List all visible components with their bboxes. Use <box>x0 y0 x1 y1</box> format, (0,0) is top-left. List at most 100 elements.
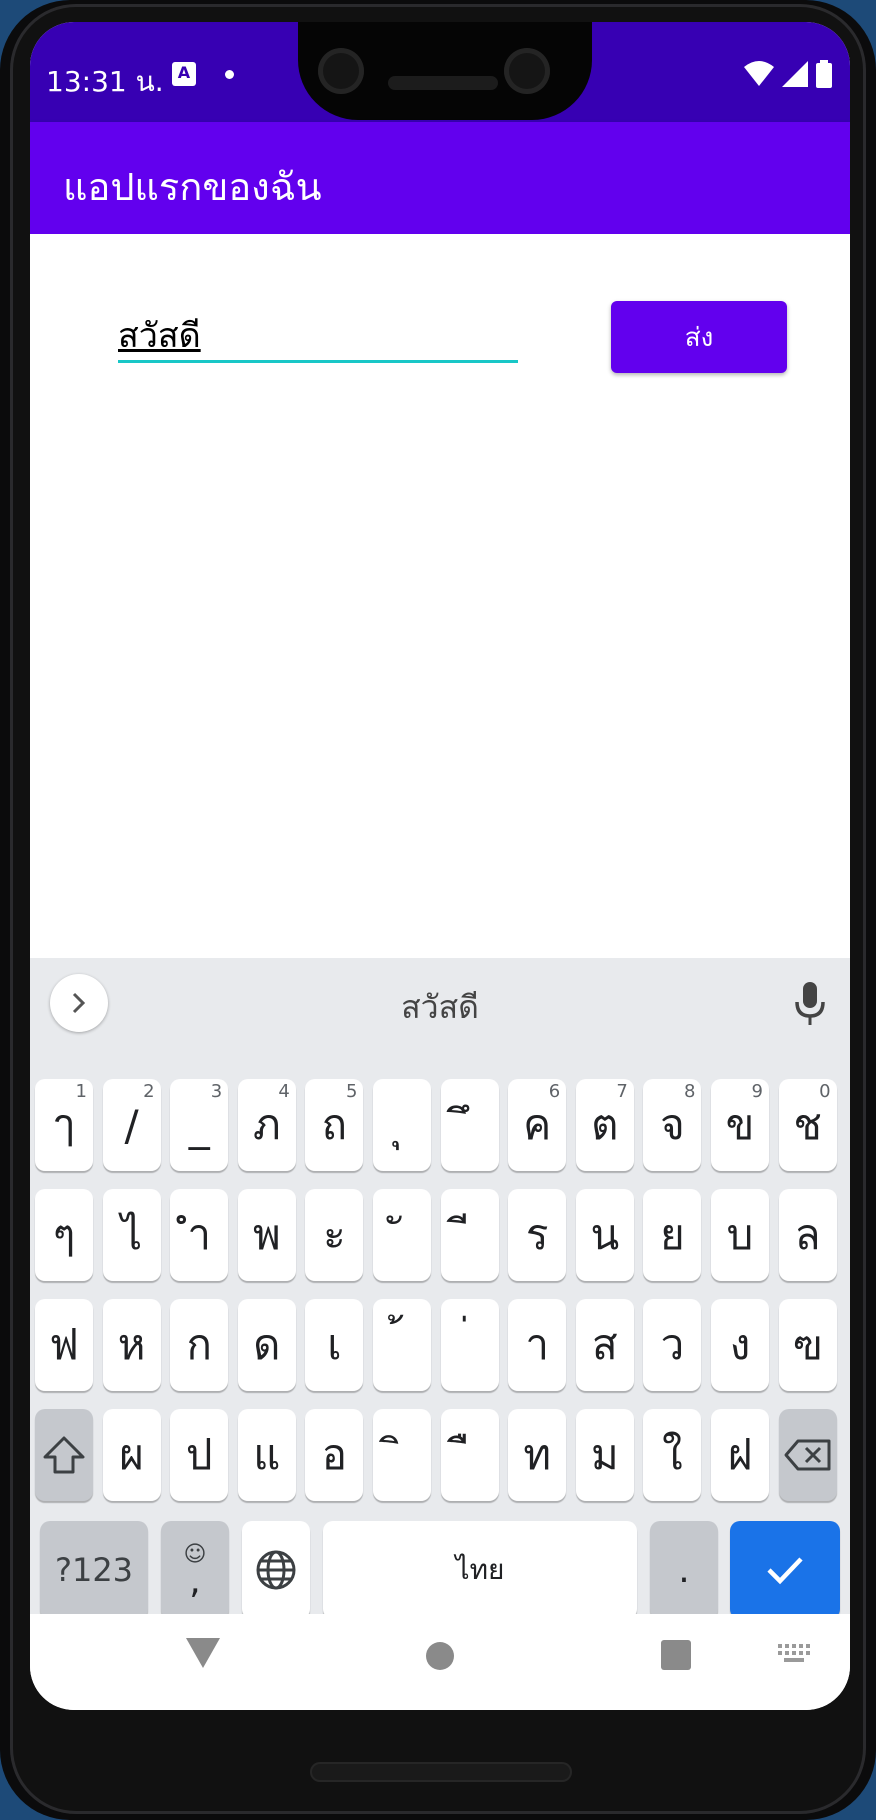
key[interactable]: ่ <box>440 1299 499 1391</box>
home-icon[interactable] <box>426 1642 454 1670</box>
microphone-icon[interactable] <box>790 980 830 1028</box>
back-icon[interactable] <box>186 1638 220 1668</box>
key[interactable]: ฟ <box>35 1299 93 1391</box>
key[interactable]: ฝ <box>711 1409 769 1501</box>
key[interactable]: บ <box>711 1189 769 1281</box>
key[interactable]: ใ <box>643 1409 702 1501</box>
symbols-key[interactable]: ?123 <box>40 1521 148 1619</box>
message-input[interactable]: สวัสดี <box>118 302 518 363</box>
key[interactable]: ค6 <box>508 1079 567 1171</box>
keyboard-switch-icon[interactable] <box>778 1644 810 1666</box>
key[interactable]: ั <box>373 1189 431 1281</box>
key-hint: 9 <box>751 1081 763 1102</box>
key-label: _ <box>188 1100 210 1150</box>
key[interactable]: า <box>508 1299 567 1391</box>
key[interactable]: อ <box>305 1409 364 1501</box>
check-icon <box>767 1557 803 1585</box>
backspace-key[interactable] <box>778 1409 837 1501</box>
key[interactable]: ข9 <box>711 1079 769 1171</box>
key[interactable]: พ <box>237 1189 296 1281</box>
key-label: ง <box>729 1320 751 1369</box>
key-label: ภ <box>252 1100 281 1149</box>
key[interactable]: ย <box>643 1189 702 1281</box>
key[interactable]: ว <box>643 1299 702 1391</box>
device-screen: 13:31 น. A แอปแรกของฉัน สวัสดี ส่ง สวัสด… <box>30 22 850 1710</box>
key-hint: 7 <box>616 1081 628 1102</box>
suggestion-word[interactable]: สวัสดี <box>30 982 850 1033</box>
key[interactable]: ด <box>237 1299 296 1391</box>
status-time: 13:31 น. <box>46 65 164 98</box>
period-key[interactable]: . <box>650 1521 718 1619</box>
key[interactable]: ร <box>508 1189 567 1281</box>
key-hint: 2 <box>143 1081 155 1102</box>
key[interactable]: จ8 <box>643 1079 702 1171</box>
key[interactable]: ต7 <box>575 1079 634 1171</box>
key-label: บ <box>726 1210 754 1259</box>
shift-key[interactable] <box>35 1409 93 1501</box>
key[interactable]: ห <box>102 1299 161 1391</box>
key[interactable]: น <box>575 1189 634 1281</box>
key-label: ไทย <box>455 1553 505 1586</box>
key[interactable]: /2 <box>102 1079 161 1171</box>
key[interactable]: ำ <box>170 1189 229 1281</box>
key[interactable]: ไ <box>102 1189 161 1281</box>
key-label: , <box>189 1561 201 1602</box>
key-label: ว <box>660 1320 685 1369</box>
key-label: อ <box>321 1430 347 1479</box>
key-label: ฟ <box>49 1320 79 1369</box>
key-hint: 4 <box>278 1081 290 1102</box>
key[interactable]: ถ5 <box>305 1079 364 1171</box>
key[interactable]: ก <box>170 1299 229 1391</box>
key[interactable]: ป <box>170 1409 229 1501</box>
key[interactable]: ช0 <box>778 1079 837 1171</box>
key-label: ข <box>725 1100 755 1149</box>
key[interactable]: ้ <box>373 1299 431 1391</box>
front-camera-left <box>318 48 364 94</box>
key-label: ย <box>660 1210 685 1259</box>
key[interactable]: ุ <box>373 1079 431 1171</box>
key[interactable]: ง <box>711 1299 769 1391</box>
key[interactable]: ิ <box>373 1409 431 1501</box>
more-notifications-dot-icon <box>225 70 234 79</box>
key-label: ด <box>253 1320 281 1369</box>
key[interactable]: แ <box>237 1409 296 1501</box>
key[interactable]: _ 3 <box>170 1079 229 1171</box>
key[interactable]: ื <box>440 1409 499 1501</box>
key-label: ำ <box>187 1210 211 1259</box>
key[interactable]: เ <box>305 1299 364 1391</box>
globe-icon <box>256 1550 296 1590</box>
key-label: า <box>525 1320 549 1369</box>
send-button[interactable]: ส่ง <box>611 301 787 373</box>
key[interactable]: ท <box>508 1409 567 1501</box>
key[interactable]: ม <box>575 1409 634 1501</box>
key[interactable]: ล <box>778 1189 837 1281</box>
key[interactable]: ฃ <box>778 1299 837 1391</box>
wifi-icon <box>744 61 774 86</box>
app-bar: แอปแรกของฉัน <box>30 122 850 234</box>
key-hint: 5 <box>345 1081 358 1102</box>
key[interactable]: ภ4 <box>237 1079 296 1171</box>
key[interactable]: ส <box>575 1299 634 1391</box>
key[interactable]: ะ <box>305 1189 364 1281</box>
keyboard: สวัสดี ๅ1/2_3ภ4ถ5ุึค6ต7จ8ข9ช0ๆไำพะัีรนยบ… <box>30 958 850 1619</box>
front-camera-right <box>504 48 550 94</box>
key[interactable]: ๆ <box>35 1189 93 1281</box>
key[interactable]: ๅ1 <box>35 1079 93 1171</box>
earpiece-speaker <box>388 76 498 90</box>
key[interactable]: ผ <box>102 1409 161 1501</box>
language-switch-key[interactable] <box>242 1521 310 1619</box>
key[interactable]: ึ <box>440 1079 499 1171</box>
enter-key[interactable] <box>730 1521 840 1619</box>
key-label: . <box>678 1549 690 1591</box>
key-label: ผ <box>119 1430 144 1479</box>
battery-icon <box>816 60 832 88</box>
emoji-comma-key[interactable]: ☺, <box>161 1521 229 1619</box>
key-label: / <box>124 1100 139 1150</box>
key-hint: 1 <box>75 1081 87 1102</box>
key-label: ต <box>591 1100 619 1149</box>
space-key[interactable]: ไทย <box>323 1521 637 1619</box>
key-label: น <box>590 1210 620 1259</box>
recent-apps-icon[interactable] <box>661 1640 691 1670</box>
key[interactable]: ี <box>440 1189 499 1281</box>
key-label: ค <box>523 1100 552 1149</box>
